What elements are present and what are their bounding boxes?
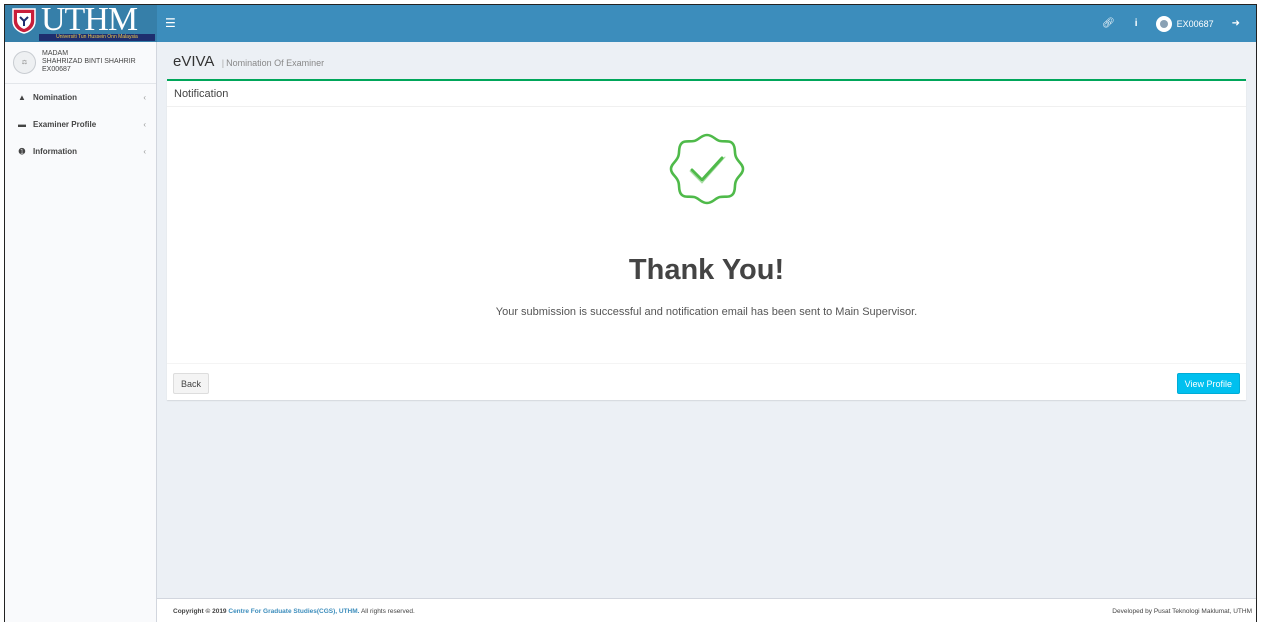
sidebar-item-information[interactable]: ➊ Information ‹ [5,138,156,165]
chevron-left-icon: ‹ [143,147,146,156]
chevron-left-icon: ‹ [143,93,146,102]
sidebar-item-label: Examiner Profile [33,120,97,129]
user-id: EX00687 [42,66,71,73]
id-card-icon: ▬ [18,120,26,129]
sidebar-item-label: Information [33,147,77,156]
app-title: eVIVA [173,53,214,70]
logo-subtitle: Universiti Tun Hussein Onn Malaysia [39,34,155,41]
uthm-shield-icon [12,8,36,34]
link-icon[interactable]: 🔗︎ [1092,5,1125,42]
sidebar: ⚖ MADAM SHAHRIZAD BINTI SHAHRIR EX00687 … [5,42,157,622]
user-title: MADAM [42,50,69,57]
developer-credit: Developed by Pusat Teknologi Maklumat, U… [1112,608,1252,615]
user-panel: ⚖ MADAM SHAHRIZAD BINTI SHAHRIR EX00687 [5,42,156,84]
sidebar-item-label: Nomination [33,93,77,102]
subtitle-text: Nomination Of Examiner [226,58,325,68]
rights-text: All rights reserved. [360,608,415,615]
info-icon[interactable]: i [1125,5,1148,42]
content-wrapper: eVIVA | Nomination Of Examiner Notificati… [157,42,1256,598]
avatar [1155,15,1172,32]
hamburger-icon[interactable]: ☰ [165,16,176,30]
sidebar-item-nomination[interactable]: ▲ Nomination ‹ [5,84,156,111]
back-button[interactable]: Back [173,373,210,394]
sign-out-icon[interactable]: ➜ [1222,5,1250,42]
logo[interactable]: UTHM Universiti Tun Hussein Onn Malaysia [5,5,157,42]
success-message: Your submission is successful and notifi… [495,306,918,318]
user-code: EX00687 [1176,18,1214,29]
box-footer: Back View Profile [167,363,1246,402]
user-avatar: ⚖ [13,51,36,74]
box-title: Notification [174,88,229,100]
user-menu[interactable]: EX00687 [1148,5,1222,42]
user-tie-icon: ▲ [18,93,26,102]
chevron-left-icon: ‹ [143,120,146,129]
notification-box: Notification Thank You! Your submission … [167,79,1246,400]
user-info: MADAM SHAHRIZAD BINTI SHAHRIR EX00687 [42,50,136,74]
copyright-text: Copyright © 2019 [173,608,227,615]
user-name: SHAHRIZAD BINTI SHAHRIR [42,58,136,65]
page-title: eVIVA | Nomination Of Examiner [173,53,324,70]
copyright: Copyright © 2019 Centre For Graduate Stu… [173,608,415,615]
view-profile-button[interactable]: View Profile [1176,373,1240,394]
content-header: eVIVA | Nomination Of Examiner [157,42,1256,78]
top-navbar: UTHM Universiti Tun Hussein Onn Malaysia… [5,5,1256,42]
cgs-link[interactable]: Centre For Graduate Studies(CGS), UTHM. [228,608,359,615]
info-circle-icon: ➊ [18,147,26,156]
sidebar-item-examiner-profile[interactable]: ▬ Examiner Profile ‹ [5,111,156,138]
navbar-right: 🔗︎ i EX00687 ➜ [1092,5,1250,42]
app-window: UTHM Universiti Tun Hussein Onn Malaysia… [4,4,1257,622]
page-subtitle: | Nomination Of Examiner [221,58,325,68]
thank-you-heading: Thank You! [628,254,785,286]
box-header: Notification [167,81,1246,107]
success-badge-icon [669,133,745,205]
main-footer: Copyright © 2019 Centre For Graduate Stu… [157,598,1256,622]
